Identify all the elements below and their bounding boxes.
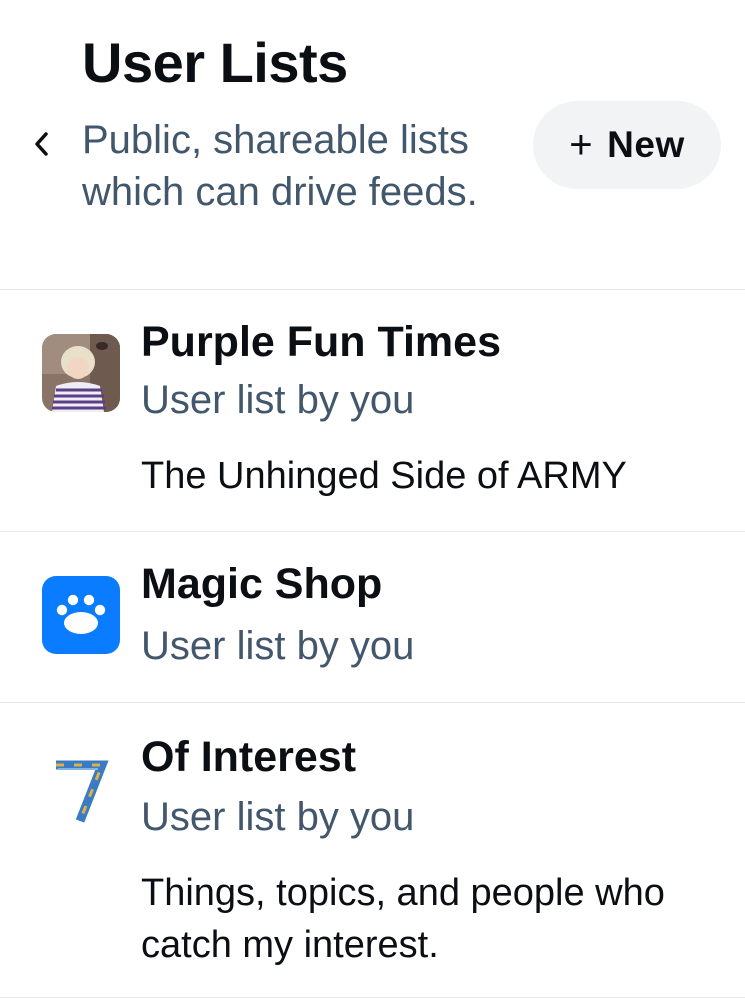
new-list-button-label: New [607, 124, 685, 165]
back-button[interactable] [26, 124, 56, 164]
new-list-button[interactable]: + New [533, 101, 721, 189]
list-name: Purple Fun Times [141, 318, 501, 366]
plus-icon: + [569, 122, 594, 167]
list-subtitle: User list by you [141, 624, 415, 668]
list-description: Things, topics, and people who catch my … [141, 872, 665, 966]
list-item[interactable]: Purple Fun Times User list by you The Un… [0, 290, 745, 532]
list-item[interactable]: Of Interest User list by you Things, top… [0, 703, 745, 998]
list-subtitle: User list by you [141, 378, 415, 422]
list-subtitle: User list by you [141, 795, 415, 839]
list-item[interactable]: Magic Shop User list by you [0, 532, 745, 703]
list-avatar-seven [42, 751, 120, 829]
page-header: User Lists Public, shareable lists which… [0, 0, 745, 290]
chevron-left-icon [35, 132, 48, 156]
list-avatar [42, 576, 120, 654]
list-name: Of Interest [141, 733, 357, 781]
page-subtitle: Public, shareable lists which can drive … [82, 118, 478, 214]
page-title: User Lists [82, 31, 348, 94]
list-name: Magic Shop [141, 560, 383, 608]
paw-icon [56, 594, 106, 634]
list-description: The Unhinged Side of ARMY [141, 455, 627, 497]
list-avatar-photo [42, 334, 120, 412]
